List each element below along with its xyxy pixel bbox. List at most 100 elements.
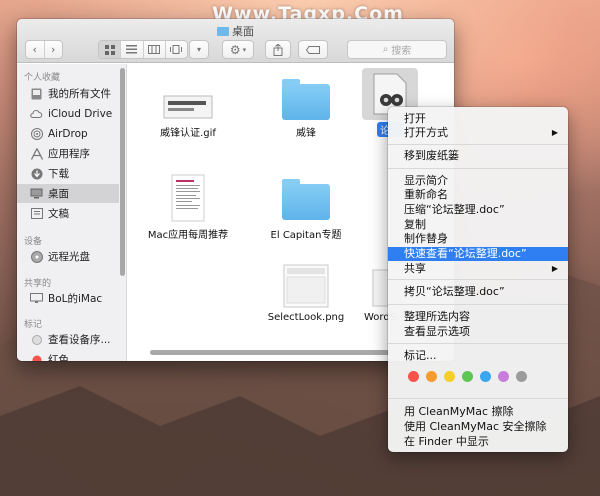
applications-icon: [30, 147, 43, 160]
folder-icon: [217, 27, 229, 36]
file-item-folder-el-capitan[interactable]: El Capitan专题: [258, 174, 354, 241]
menu-item-open-with[interactable]: 打开方式 ▶: [388, 126, 568, 140]
search-icon: ⌕: [382, 44, 389, 55]
submenu-arrow-icon: ▶: [551, 128, 558, 137]
document-preview-icon: [171, 174, 205, 222]
tags-button[interactable]: [298, 40, 328, 59]
list-view-button[interactable]: [121, 41, 144, 58]
sidebar-section-devices: 设备: [24, 237, 43, 247]
share-icon: [273, 43, 283, 56]
submenu-arrow-icon: ▶: [551, 264, 558, 273]
folder-icon: [282, 79, 330, 120]
search-input[interactable]: ⌕ 搜索: [347, 40, 447, 59]
sidebar: 个人收藏 我的所有文件 iCloud Drive AirDrop 应用程序 下载…: [17, 64, 127, 361]
tag-icon: [306, 45, 320, 54]
forward-button[interactable]: ›: [45, 41, 63, 58]
sidebar-section-shared: 共享的: [24, 279, 52, 289]
action-menu-button[interactable]: ⚙ ▾: [222, 40, 254, 59]
file-item-gif[interactable]: 威锋认证.gif: [140, 78, 236, 139]
menu-separator: [388, 343, 568, 344]
folder-icon: [282, 179, 330, 220]
view-mode-control[interactable]: [98, 40, 188, 59]
file-item-selectlook-png[interactable]: SelectLook.png: [258, 264, 354, 323]
chevron-down-icon: ▾: [196, 45, 201, 54]
menu-item-tags[interactable]: 标记...: [388, 349, 568, 363]
coverflow-icon: [170, 45, 183, 54]
sidebar-item-tag-red[interactable]: 红色: [17, 350, 119, 361]
menu-item-get-info[interactable]: 显示简介: [388, 174, 568, 188]
gear-icon: ⚙: [229, 42, 241, 57]
sidebar-item-airdrop[interactable]: AirDrop: [17, 124, 119, 143]
context-menu: 打开 打开方式 ▶ 移到废纸篓 显示简介 重新命名 压缩“论坛整理.doc” 复制…: [388, 107, 568, 452]
sidebar-item-desktop[interactable]: 桌面: [17, 184, 119, 203]
sidebar-item-tag-device[interactable]: 查看设备序...: [17, 330, 119, 349]
toolbar: 桌面 ‹ › ▾ ⚙ ▾ ⌕ 搜索: [17, 19, 454, 63]
menu-separator: [388, 398, 568, 399]
menu-separator: [388, 279, 568, 280]
airdrop-icon: [30, 127, 43, 140]
menu-item-cleanmymac-secure-erase[interactable]: 使用 CleanMyMac 安全擦除: [388, 420, 568, 434]
tag-color-purple[interactable]: [498, 371, 509, 382]
back-button[interactable]: ‹: [26, 41, 45, 58]
tag-color-red[interactable]: [408, 371, 419, 382]
sidebar-item-icloud-drive[interactable]: iCloud Drive: [17, 104, 119, 123]
sidebar-section-tags: 标记: [24, 320, 43, 330]
tag-color-gray[interactable]: [516, 371, 527, 382]
menu-item-open[interactable]: 打开: [388, 112, 568, 126]
tag-color-yellow[interactable]: [444, 371, 455, 382]
cloud-icon: [30, 107, 43, 120]
menu-item-quick-look[interactable]: 快速查看“论坛整理.doc”: [388, 247, 568, 261]
sidebar-item-documents[interactable]: 文稿: [17, 204, 119, 223]
menu-item-compress[interactable]: 压缩“论坛整理.doc”: [388, 203, 568, 217]
tag-color-row: [408, 371, 534, 382]
columns-icon: [148, 45, 161, 54]
imac-icon: [30, 292, 43, 305]
sidebar-item-downloads[interactable]: 下载: [17, 164, 119, 183]
documents-icon: [30, 207, 43, 220]
sidebar-scrollbar[interactable]: [120, 68, 125, 276]
back-forward-control[interactable]: ‹ ›: [25, 40, 63, 59]
sidebar-section-favorites: 个人收藏: [24, 73, 61, 83]
tag-color-blue[interactable]: [480, 371, 491, 382]
menu-separator: [388, 304, 568, 305]
download-icon: [30, 167, 43, 180]
menu-separator: [388, 144, 568, 145]
image-thumbnail-icon: [163, 95, 213, 119]
file-item-mac-app-doc[interactable]: Mac应用每周推荐: [140, 174, 236, 241]
menu-item-copy[interactable]: 拷贝“论坛整理.doc”: [388, 285, 568, 299]
column-view-button[interactable]: [144, 41, 166, 58]
menu-item-share[interactable]: 共享 ▶: [388, 262, 568, 276]
icon-view-button[interactable]: [99, 41, 122, 58]
share-button[interactable]: [265, 40, 291, 59]
menu-item-move-to-trash[interactable]: 移到废纸篓: [388, 149, 568, 163]
menu-item-make-alias[interactable]: 制作替身: [388, 232, 568, 246]
tag-icon: [30, 333, 43, 346]
desktop-icon: [30, 187, 43, 200]
sidebar-item-remote-disc[interactable]: 远程光盘: [17, 247, 119, 266]
file-item-folder-weifeng[interactable]: 威锋: [258, 78, 354, 139]
sidebar-item-applications[interactable]: 应用程序: [17, 144, 119, 163]
menu-separator: [388, 168, 568, 169]
all-files-icon: [30, 87, 43, 100]
menu-item-rename[interactable]: 重新命名: [388, 188, 568, 202]
chevron-right-icon: ›: [51, 43, 56, 56]
menu-item-show-in-finder[interactable]: 在 Finder 中显示: [388, 435, 568, 449]
chevron-left-icon: ‹: [32, 43, 37, 56]
tag-color-green[interactable]: [462, 371, 473, 382]
menu-item-duplicate[interactable]: 复制: [388, 218, 568, 232]
menu-item-cleanmymac-erase[interactable]: 用 CleanMyMac 擦除: [388, 405, 568, 419]
image-thumbnail-icon: [283, 264, 329, 308]
sidebar-item-all-files[interactable]: 我的所有文件: [17, 84, 119, 103]
menu-item-clean-up-selection[interactable]: 整理所选内容: [388, 310, 568, 324]
coverflow-view-button[interactable]: [166, 41, 187, 58]
grid-icon: [104, 44, 115, 55]
sidebar-item-imac[interactable]: BoL的iMac: [17, 289, 119, 308]
disc-icon: [30, 250, 43, 263]
tag-color-orange[interactable]: [426, 371, 437, 382]
horizontal-scrollbar[interactable]: [150, 350, 390, 355]
menu-item-show-view-options[interactable]: 查看显示选项: [388, 325, 568, 339]
group-by-dropdown[interactable]: ▾: [189, 40, 209, 59]
tag-icon: [30, 353, 43, 361]
chevron-down-icon: ▾: [242, 45, 247, 54]
list-icon: [126, 45, 138, 54]
